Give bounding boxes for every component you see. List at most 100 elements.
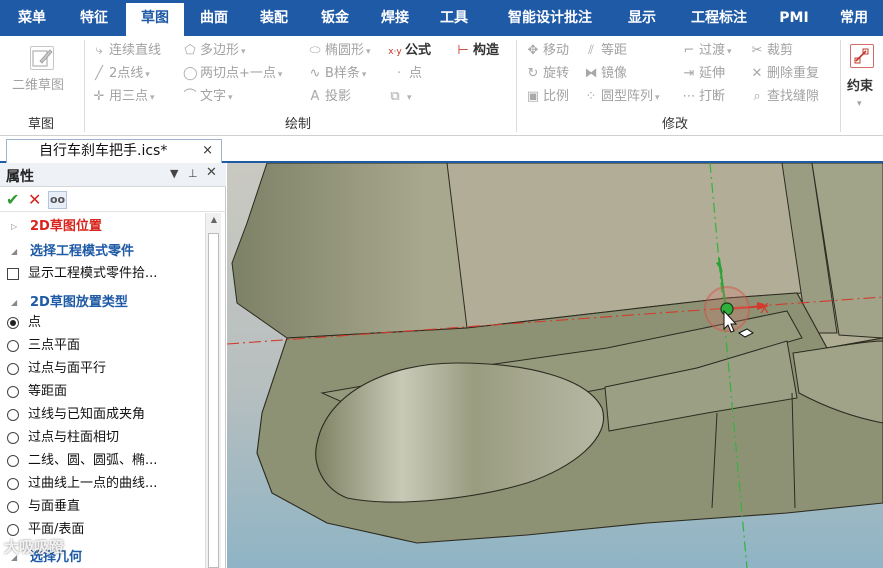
- scroll-up-icon[interactable]: ▲: [206, 215, 222, 224]
- radio-button[interactable]: [7, 340, 19, 352]
- two-point-line-button[interactable]: ╱ 2点线 ▾: [92, 64, 150, 84]
- document-tab-strip: 自行车刹车把手.ics* ×: [0, 137, 883, 163]
- section-placement-type[interactable]: ◢ 2D草图放置类型: [0, 292, 205, 314]
- dropdown-arrow-icon: ▾: [241, 47, 246, 57]
- menu-tab-drawing-annotation[interactable]: 工程标注: [682, 0, 756, 36]
- polyline-icon: ⤷: [95, 43, 103, 58]
- placement-option-point[interactable]: 点: [0, 312, 205, 334]
- offset-icon: ⫽: [588, 43, 594, 58]
- menu-tab-display[interactable]: 显示: [618, 0, 666, 36]
- rotate-icon: ↻: [527, 66, 539, 81]
- menu-tab-surface[interactable]: 曲面: [190, 0, 238, 36]
- sketch-2d-icon: [30, 46, 54, 70]
- polyline-button[interactable]: ⤷ 连续直线: [92, 41, 161, 61]
- menu-tab-pmi[interactable]: PMI: [772, 0, 816, 36]
- radio-button[interactable]: [7, 478, 19, 490]
- sketch-2d-button[interactable]: 二维草图: [12, 76, 64, 96]
- projection-icon: ⧉: [390, 89, 400, 104]
- point-button[interactable]: · 点: [392, 64, 422, 84]
- extend-button[interactable]: ⇥ 延伸: [682, 64, 725, 84]
- placement-option-offset[interactable]: 等距面: [0, 381, 205, 403]
- break-button[interactable]: ⋯ 打断: [682, 87, 726, 107]
- checkbox[interactable]: [7, 268, 19, 280]
- construct-button[interactable]: ⊢ 构造: [456, 41, 499, 61]
- ellipse-icon: ⬭: [309, 43, 321, 58]
- line-icon: ╱: [95, 66, 103, 81]
- show-part-checkbox[interactable]: 显示工程模式零件拾...: [0, 263, 205, 285]
- move-button[interactable]: ✥ 移动: [526, 41, 569, 61]
- radio-button[interactable]: [7, 317, 19, 329]
- mirror-button[interactable]: ⧓ 镜像: [584, 64, 628, 84]
- origin-point[interactable]: [720, 302, 734, 316]
- expand-arrow-icon: ▷: [11, 222, 18, 231]
- radio-button[interactable]: [7, 409, 19, 421]
- radio-button[interactable]: [7, 432, 19, 444]
- document-tab[interactable]: 自行车刹车把手.ics* ×: [6, 139, 222, 163]
- ellipse-button[interactable]: ⬭ 椭圆形 ▾: [308, 41, 370, 61]
- placement-option-curve-point[interactable]: 过曲线上一点的曲线...: [0, 473, 205, 495]
- close-panel-icon[interactable]: ✕: [206, 165, 217, 180]
- radio-button[interactable]: [7, 386, 19, 398]
- menu-tab-feature[interactable]: 特征: [66, 0, 122, 36]
- menu-tab-welding[interactable]: 焊接: [371, 0, 419, 36]
- text-button[interactable]: A 投影: [308, 87, 351, 107]
- section-select-part[interactable]: ◢ 选择工程模式零件: [0, 241, 205, 263]
- x-axis-label: X: [760, 302, 769, 317]
- menu-tab-sheetmetal[interactable]: 钣金: [311, 0, 359, 36]
- rotate-button[interactable]: ↻ 旋转: [526, 64, 569, 84]
- scale-button[interactable]: ▣ 比例: [526, 87, 569, 107]
- menu-bar: 菜单 特征 草图 曲面 装配 钣金 焊接 工具 智能设计批注 显示 工程标注 P…: [0, 0, 883, 36]
- menu-tab-assembly[interactable]: 装配: [250, 0, 298, 36]
- radio-button[interactable]: [7, 501, 19, 513]
- circular-pattern-button[interactable]: ⁘ 圆型阵列 ▾: [584, 87, 660, 107]
- menu-tab-common[interactable]: 常用: [830, 0, 878, 36]
- radio-button[interactable]: [7, 363, 19, 375]
- axis-icon: ✛: [93, 89, 105, 104]
- pin-icon[interactable]: ⊥: [188, 167, 198, 180]
- properties-header: 属性 ▼ ⊥ ✕: [0, 163, 226, 187]
- ribbon-separator: [840, 40, 841, 132]
- model-canvas[interactable]: X: [227, 163, 883, 568]
- rotation-axis-button[interactable]: ✛ 用三点 ▾: [92, 87, 155, 107]
- preview-glasses-icon[interactable]: oo: [48, 191, 67, 209]
- radio-button[interactable]: [7, 524, 19, 536]
- menu-tab-smart-design[interactable]: 智能设计批注: [496, 0, 604, 36]
- confirm-icon[interactable]: ✔: [6, 190, 19, 209]
- ribbon-separator: [516, 40, 517, 132]
- tangent-circle-button[interactable]: ◯ 两切点+一点 ▾: [183, 64, 282, 84]
- 3d-viewport[interactable]: X: [227, 163, 883, 568]
- placement-option-angle[interactable]: 过线与已知面成夹角: [0, 404, 205, 426]
- cancel-icon[interactable]: ✕: [28, 190, 41, 209]
- placement-option-three-point-plane[interactable]: 三点平面: [0, 335, 205, 357]
- dropdown-arrow-icon: ▾: [277, 70, 283, 80]
- placement-option-parallel[interactable]: 过点与面平行: [0, 358, 205, 380]
- menu-tab-tools[interactable]: 工具: [430, 0, 478, 36]
- placement-option-perpendicular[interactable]: 与面垂直: [0, 496, 205, 518]
- construct-icon: ⊢: [457, 43, 469, 58]
- circle-icon: ◯: [183, 66, 198, 81]
- offset-button[interactable]: ⫽ 等距: [584, 41, 627, 61]
- scroll-thumb[interactable]: [208, 233, 219, 568]
- constraint-dropdown-icon[interactable]: ▾: [857, 94, 862, 114]
- section-sketch-position[interactable]: ▷ 2D草图位置: [0, 216, 205, 238]
- dropdown-arrow-icon: ▾: [727, 47, 732, 57]
- find-gap-button[interactable]: ⌕ 查找缝隙: [750, 87, 819, 107]
- menu-tab-menu[interactable]: 菜单: [8, 0, 56, 36]
- menu-tab-sketch[interactable]: 草图: [126, 0, 184, 36]
- polygon-button[interactable]: ⬠ 多边形 ▾: [183, 41, 246, 61]
- formula-button[interactable]: x·y 公式: [388, 41, 431, 61]
- trim-button[interactable]: ✂ 裁剪: [750, 41, 793, 61]
- close-tab-icon[interactable]: ×: [202, 140, 213, 162]
- fillet-button[interactable]: ⌐ 过渡 ▾: [682, 41, 732, 61]
- radio-button[interactable]: [7, 455, 19, 467]
- projection-button[interactable]: ⧉ ▾: [388, 87, 411, 107]
- constraint-icon: [850, 44, 874, 68]
- three-point-arc-button[interactable]: ⌒ 文字 ▾: [183, 87, 232, 107]
- dropdown-arrow-icon: ▾: [145, 70, 150, 80]
- placement-option-tangent[interactable]: 过点与柱面相切: [0, 427, 205, 449]
- placement-option-two-lines[interactable]: 二线、圆、圆弧、椭...: [0, 450, 205, 472]
- delete-duplicate-button[interactable]: ✕ 删除重复: [750, 64, 819, 84]
- panel-menu-icon[interactable]: ▼: [170, 167, 178, 180]
- bspline-button[interactable]: ∿ B样条 ▾: [308, 64, 367, 84]
- properties-scrollbar[interactable]: ▲: [205, 213, 221, 568]
